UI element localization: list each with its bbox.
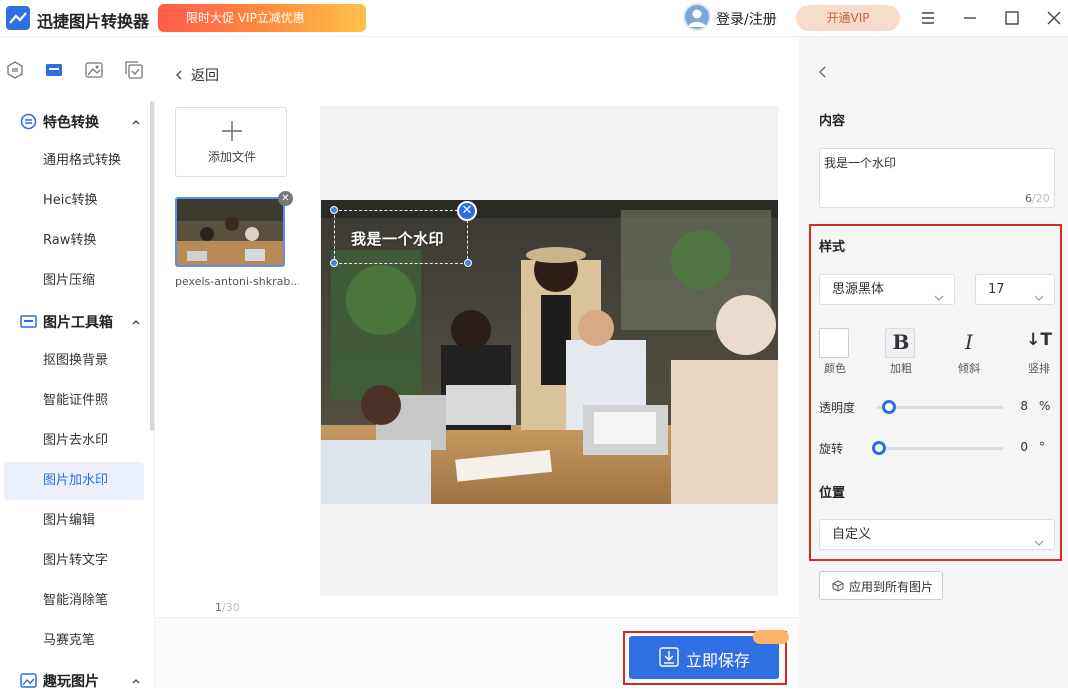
sidebar-item[interactable]: Heic转换	[4, 182, 144, 220]
minimize-icon[interactable]	[958, 6, 982, 30]
toolbox-icon[interactable]	[44, 60, 64, 80]
page-indicator: 1/30	[215, 601, 240, 614]
sidebar-item[interactable]: 通用格式转换	[4, 142, 144, 180]
bottom-action-bar: 立即保存	[155, 617, 799, 688]
chevron-down-icon	[1034, 285, 1044, 301]
main-area: 返回 添加文件 ✕ pexels-antoni-shkrab... 1/30 我…	[155, 37, 799, 688]
sidebar-item[interactable]: 图片去水印	[4, 422, 144, 460]
chevron-down-icon	[934, 285, 944, 301]
vertical-text-label: 竖排	[1028, 362, 1050, 375]
char-count-max: /20	[1032, 192, 1050, 205]
collapse-panel-icon[interactable]	[817, 65, 829, 79]
thumbnail-filename: pexels-antoni-shkrab...	[175, 275, 299, 288]
color-swatch	[819, 328, 849, 358]
sidebar-item-active[interactable]: 图片加水印	[4, 462, 144, 500]
login-register-link[interactable]: 登录/注册	[716, 9, 777, 29]
chevron-down-icon	[1034, 530, 1044, 546]
section-title: 特色转换	[43, 115, 99, 131]
page-current: 1	[215, 601, 222, 614]
chevron-up-icon[interactable]	[130, 116, 142, 128]
color-label: 颜色	[824, 362, 846, 375]
section-title: 趣玩图片	[43, 674, 99, 690]
settings-panel: 内容 我是一个水印 6/20 样式 思源黑体 17 颜色 B 加粗 I 倾斜 ↓…	[799, 37, 1068, 688]
char-count: 6/20	[1025, 192, 1050, 205]
sidebar-item[interactable]: 图片编辑	[4, 502, 144, 540]
bold-label: 加粗	[890, 362, 912, 375]
rotation-value: 0	[1020, 440, 1028, 454]
save-label: 立即保存	[686, 651, 751, 670]
font-family-select[interactable]: 思源黑体	[819, 274, 955, 305]
image-icon[interactable]	[84, 60, 104, 80]
image-thumbnail[interactable]	[175, 197, 285, 267]
sidebar-item[interactable]: 抠图换背景	[4, 342, 144, 380]
toolbox-section-icon	[20, 313, 37, 330]
delete-watermark-icon[interactable]: ✕	[457, 201, 477, 221]
thumbnail-image	[177, 199, 283, 265]
back-button[interactable]: 返回	[173, 65, 219, 85]
font-size-value: 17	[988, 282, 1005, 297]
save-badge	[753, 630, 789, 644]
style-heading: 样式	[819, 240, 846, 255]
page-total: /30	[222, 601, 240, 614]
chevron-up-icon[interactable]	[130, 316, 142, 328]
rotation-slider-track[interactable]	[877, 447, 1003, 450]
sidebar-item[interactable]: 图片转文字	[4, 542, 144, 580]
chevron-up-icon[interactable]	[130, 675, 142, 687]
watermark-text[interactable]: 我是一个水印	[351, 228, 444, 249]
close-icon[interactable]	[1042, 6, 1066, 30]
vip-upgrade-button[interactable]: 开通VIP	[796, 5, 900, 31]
italic-icon: I	[965, 330, 973, 354]
sidebar-item[interactable]: Raw转换	[4, 222, 144, 260]
opacity-unit: %	[1039, 399, 1051, 413]
apply-to-all-label: 应用到所有图片	[849, 580, 934, 594]
watermark-content-input[interactable]: 我是一个水印	[819, 148, 1055, 208]
position-heading: 位置	[819, 486, 846, 501]
plus-icon	[221, 120, 243, 142]
sidebar-item[interactable]: 马赛克笔	[4, 622, 144, 660]
opacity-slider-knob[interactable]	[882, 400, 897, 414]
avatar[interactable]	[683, 3, 711, 31]
position-select[interactable]: 自定义	[819, 519, 1055, 550]
fun-image-section-icon	[20, 672, 37, 689]
char-count-current: 6	[1025, 192, 1032, 205]
remove-thumbnail-icon[interactable]: ✕	[278, 191, 293, 206]
font-family-value: 思源黑体	[832, 282, 885, 297]
maximize-icon[interactable]	[1000, 6, 1024, 30]
vertical-text-icon: ↓T	[1026, 330, 1052, 350]
opacity-label: 透明度	[819, 401, 856, 415]
add-file-label: 添加文件	[207, 150, 256, 164]
apply-to-all-button[interactable]: 应用到所有图片	[819, 571, 943, 600]
cube-icon	[832, 580, 844, 592]
resize-handle[interactable]	[464, 259, 472, 267]
title-bar: 迅捷图片转换器 限时大促 VIP立减优惠 登录/注册 开通VIP	[0, 0, 1068, 37]
add-file-button[interactable]: 添加文件	[175, 107, 287, 177]
resize-handle[interactable]	[330, 206, 338, 214]
rotation-unit: °	[1039, 440, 1045, 454]
rotation-label: 旋转	[819, 442, 844, 456]
content-heading: 内容	[819, 114, 846, 129]
back-label: 返回	[191, 68, 219, 84]
font-size-select[interactable]: 17	[975, 274, 1055, 305]
bold-icon: B	[892, 330, 910, 354]
sidebar: 特色转换 通用格式转换 Heic转换 Raw转换 图片压缩 图片工具箱 抠图换背…	[0, 101, 155, 690]
sidebar-item[interactable]: 图片压缩	[4, 262, 144, 300]
convert-icon[interactable]	[5, 60, 25, 80]
convert-section-icon	[20, 113, 37, 130]
vip-promo-banner[interactable]: 限时大促 VIP立减优惠	[158, 4, 366, 32]
menu-icon[interactable]	[916, 6, 940, 30]
app-title: 迅捷图片转换器	[37, 12, 150, 31]
position-value: 自定义	[832, 527, 872, 542]
resize-handle[interactable]	[330, 259, 338, 267]
download-icon	[659, 647, 679, 667]
sidebar-item[interactable]: 智能消除笔	[4, 582, 144, 620]
italic-label: 倾斜	[958, 362, 980, 375]
opacity-value: 8	[1020, 399, 1028, 413]
sidebar-item[interactable]: 智能证件照	[4, 382, 144, 420]
chevron-left-icon	[176, 70, 182, 80]
app-logo-icon	[6, 6, 30, 30]
batch-icon[interactable]	[124, 60, 144, 80]
rotation-slider-knob[interactable]	[872, 441, 886, 455]
section-title: 图片工具箱	[43, 315, 113, 331]
sidebar-scrollbar[interactable]	[150, 101, 154, 431]
